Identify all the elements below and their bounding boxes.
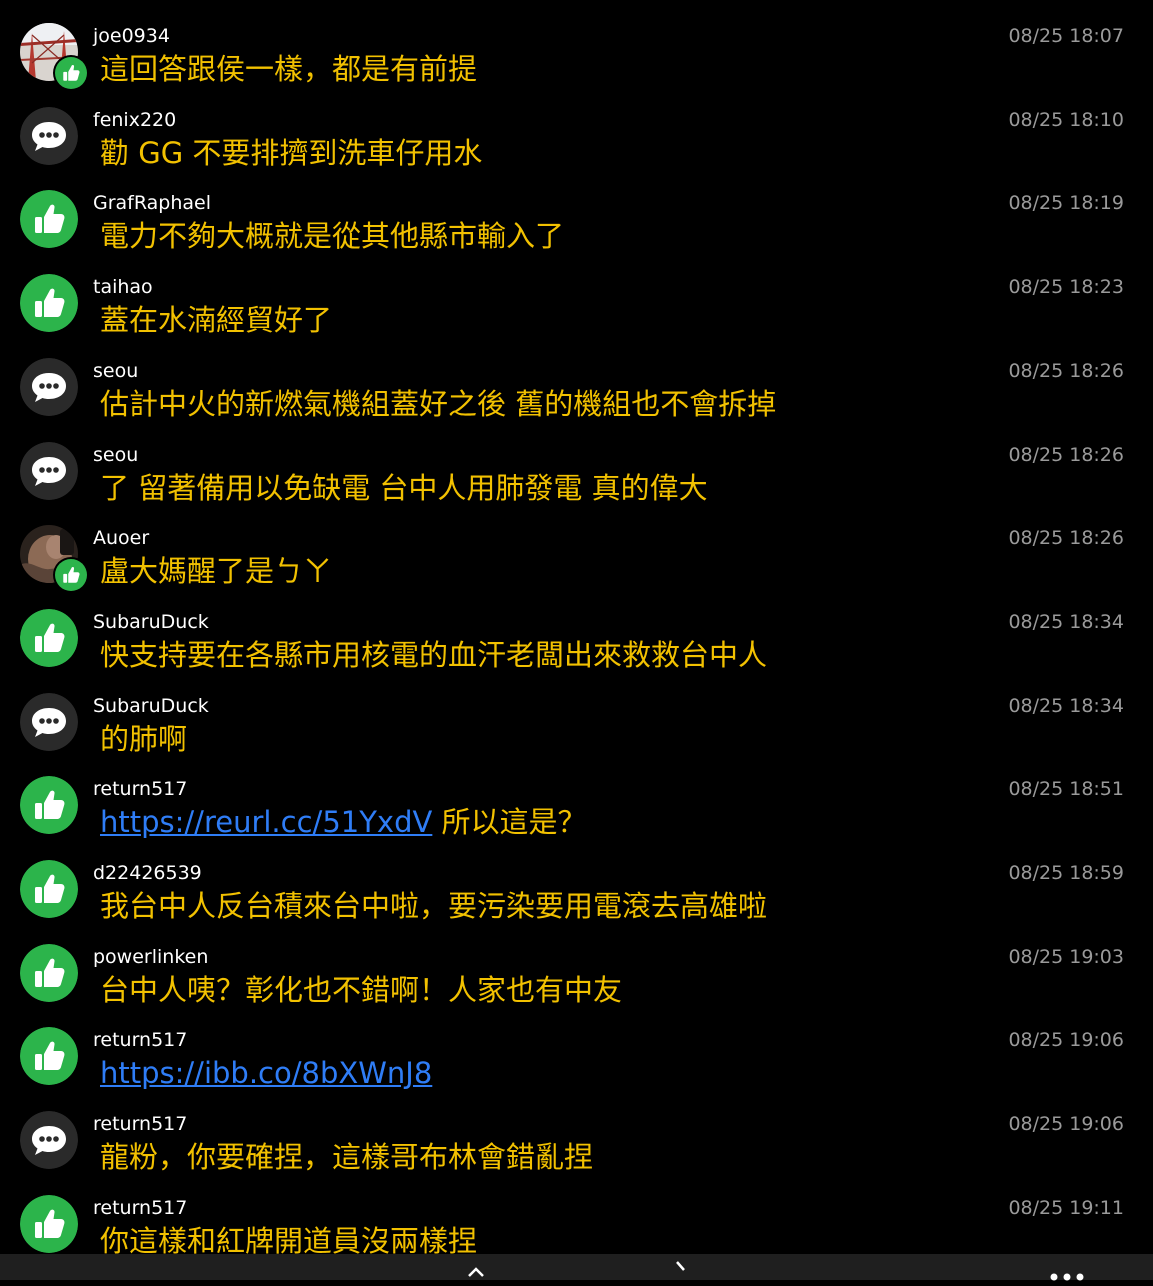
thumbs-up-icon[interactable] (20, 608, 78, 667)
comment-username[interactable]: fenix220 (93, 108, 176, 132)
comment-link[interactable]: https://ibb.co/8bXWnJ8 (100, 1056, 432, 1090)
comment-timestamp: 08/25 18:34 (1008, 610, 1124, 633)
comment-username[interactable]: SubaruDuck (93, 610, 209, 634)
comment-text: 的肺啊 (100, 720, 187, 758)
comment-row: joe0934 08/25 18:07 這回答跟侯一樣，都是有前提 (0, 0, 1153, 91)
comment-row: fenix220 08/25 18:10 勸 GG 不要排擠到洗車仔用水 (0, 84, 1153, 170)
up-icon[interactable] (466, 1260, 486, 1280)
comment-timestamp: 08/25 18:26 (1008, 359, 1124, 382)
comment-timestamp: 08/25 19:03 (1008, 945, 1124, 968)
thumbs-up-icon[interactable] (20, 190, 78, 249)
comment-row: d22426539 08/25 18:59 我台中人反台積來台中啦，要污染要用電滾去… (0, 837, 1153, 923)
comment-timestamp: 08/25 18:34 (1008, 694, 1124, 717)
comment-message: 台中人咦？彰化也不錯啊！人家也有中友 (100, 972, 623, 1007)
comment-row: SubaruDuck 08/25 18:34 快支持要在各縣市用核電的血汗老闆出來救… (0, 586, 1153, 672)
bottom-toolbar (0, 1254, 1153, 1281)
comment-text: 我台中人反台積來台中啦，要污染要用電滾去高雄啦 (100, 887, 767, 925)
comment-row: return517 08/25 19:06 https://ibb.co/8bXWn… (0, 1004, 1153, 1090)
comment-timestamp: 08/25 18:26 (1008, 443, 1124, 466)
comment-message: 蓋在水湳經貿好了 (100, 303, 333, 338)
comment-text: 快支持要在各縣市用核電的血汗老闆出來救救台中人 (100, 636, 767, 674)
comment-username[interactable]: powerlinken (93, 945, 208, 969)
comment-text: 你這樣和紅牌開道員沒兩樣捏 (100, 1222, 477, 1254)
comment-text: 台中人咦？彰化也不錯啊！人家也有中友 (100, 971, 622, 1009)
comment-row: SubaruDuck 08/25 18:34 的肺啊 (0, 670, 1153, 756)
comment-row: taihao 08/25 18:23 蓋在水湳經貿好了 (0, 251, 1153, 337)
comment-username[interactable]: seou (93, 443, 138, 467)
comment-message: 盧大媽醒了是ㄅㄚ (100, 554, 333, 589)
thumbs-up-icon[interactable] (20, 1027, 78, 1086)
comment-list: joe0934 08/25 18:07 這回答跟侯一樣，都是有前提 fenix220… (0, 0, 1153, 1254)
comment-bubble-icon[interactable] (20, 106, 78, 165)
comment-message: 我台中人反台積來台中啦，要污染要用電滾去高雄啦 (100, 889, 768, 923)
comment-row: Auoer 08/25 18:26 盧大媽醒了是ㄅㄚ (0, 502, 1153, 594)
comment-username[interactable]: d22426539 (93, 861, 202, 885)
comment-timestamp: 08/25 19:06 (1008, 1029, 1124, 1052)
comment-timestamp: 08/25 18:26 (1008, 527, 1124, 550)
comment-username[interactable]: return517 (93, 1028, 187, 1052)
comment-message: 的肺啊 (100, 721, 188, 756)
comment-row: seou 08/25 18:26 估計中火的新燃氣機組蓋好之後 舊的機組也不會拆掉 (0, 335, 1153, 421)
comment-row: return517 08/25 19:11 你這樣和紅牌開道員沒兩樣捏 (0, 1172, 1153, 1254)
comment-timestamp: 08/25 19:06 (1008, 1113, 1124, 1136)
thumbs-up-icon[interactable] (20, 776, 78, 835)
thumbs-up-icon[interactable] (20, 943, 78, 1002)
comment-message: 估計中火的新燃氣機組蓋好之後 舊的機組也不會拆掉 (100, 386, 777, 421)
comment-timestamp: 08/25 18:19 (1008, 192, 1124, 215)
comment-timestamp: 08/25 18:23 (1008, 276, 1124, 299)
comment-text: 勸 GG 不要排擠到洗車仔用水 (100, 134, 482, 172)
comment-text: 估計中火的新燃氣機組蓋好之後 舊的機組也不會拆掉 (100, 385, 776, 423)
comment-row: return517 08/25 18:51 https://reurl.cc/51Y… (0, 753, 1153, 839)
comment-timestamp: 08/25 19:11 (1008, 1196, 1124, 1219)
comment-text: https://ibb.co/8bXWnJ8 (100, 1054, 432, 1092)
comment-timestamp: 08/25 18:51 (1008, 778, 1124, 801)
comment-bubble-icon[interactable] (20, 441, 78, 500)
comment-username[interactable]: return517 (93, 1196, 187, 1220)
comment-username[interactable]: seou (93, 359, 138, 383)
comment-message: 了 留著備用以免缺電 台中人用肺發電 真的偉大 (100, 470, 708, 505)
comment-username[interactable]: taihao (93, 275, 153, 299)
comment-message: 你這樣和紅牌開道員沒兩樣捏 (100, 1223, 478, 1254)
comment-username[interactable]: joe0934 (93, 24, 170, 48)
thumbs-up-icon[interactable] (20, 1194, 78, 1253)
more-icon[interactable] (1049, 1266, 1085, 1286)
comment-timestamp: 08/25 18:10 (1008, 108, 1124, 131)
comment-username[interactable]: return517 (93, 1112, 187, 1136)
comment-row: GrafRaphael 08/25 18:19 電力不夠大概就是從其他縣市輸入了 (0, 167, 1153, 253)
comment-message: 勸 GG 不要排擠到洗車仔用水 (100, 135, 483, 170)
comment-row: return517 08/25 19:06 龍粉，你要確捏，這樣哥布林會錯亂捏 (0, 1088, 1153, 1174)
comment-text: 這回答跟侯一樣，都是有前提 (100, 50, 477, 88)
comment-message: 電力不夠大概就是從其他縣市輸入了 (100, 219, 565, 254)
thumbs-up-icon[interactable] (20, 274, 78, 333)
comment-bubble-icon[interactable] (20, 357, 78, 416)
thumbs-up-icon[interactable] (20, 860, 78, 918)
comment-text: 龍粉，你要確捏，這樣哥布林會錯亂捏 (100, 1138, 593, 1176)
comment-row: seou 08/25 18:26 了 留著備用以免缺電 台中人用肺發電 真的偉大 (0, 419, 1153, 505)
comment-message: 所以這是？ (432, 805, 587, 840)
comment-bubble-icon[interactable] (20, 1111, 78, 1170)
comment-message: 這回答跟侯一樣，都是有前提 (100, 52, 478, 86)
comment-link[interactable]: https://reurl.cc/51YxdV (100, 805, 432, 839)
comment-text: https://reurl.cc/51YxdV 所以這是？ (100, 803, 587, 841)
comment-message: 龍粉，你要確捏，這樣哥布林會錯亂捏 (100, 1140, 594, 1175)
comment-text: 蓋在水湳經貿好了 (100, 301, 332, 339)
comment-username[interactable]: SubaruDuck (93, 694, 209, 718)
comment-username[interactable]: GrafRaphael (93, 191, 211, 215)
comment-username[interactable]: Auoer (93, 526, 149, 550)
comment-text: 了 留著備用以免缺電 台中人用肺發電 真的偉大 (100, 469, 708, 507)
comment-timestamp: 08/25 18:07 (1008, 25, 1124, 47)
comment-row: powerlinken 08/25 19:03 台中人咦？彰化也不錯啊！人家也有中友 (0, 921, 1153, 1007)
comment-message: 快支持要在各縣市用核電的血汗老闆出來救救台中人 (100, 637, 768, 672)
comment-timestamp: 08/25 18:59 (1008, 862, 1124, 884)
comment-bubble-icon[interactable] (20, 692, 78, 751)
comment-text: 盧大媽醒了是ㄅㄚ (100, 552, 332, 590)
comment-username[interactable]: return517 (93, 777, 187, 801)
comment-text: 電力不夠大概就是從其他縣市輸入了 (100, 217, 564, 255)
